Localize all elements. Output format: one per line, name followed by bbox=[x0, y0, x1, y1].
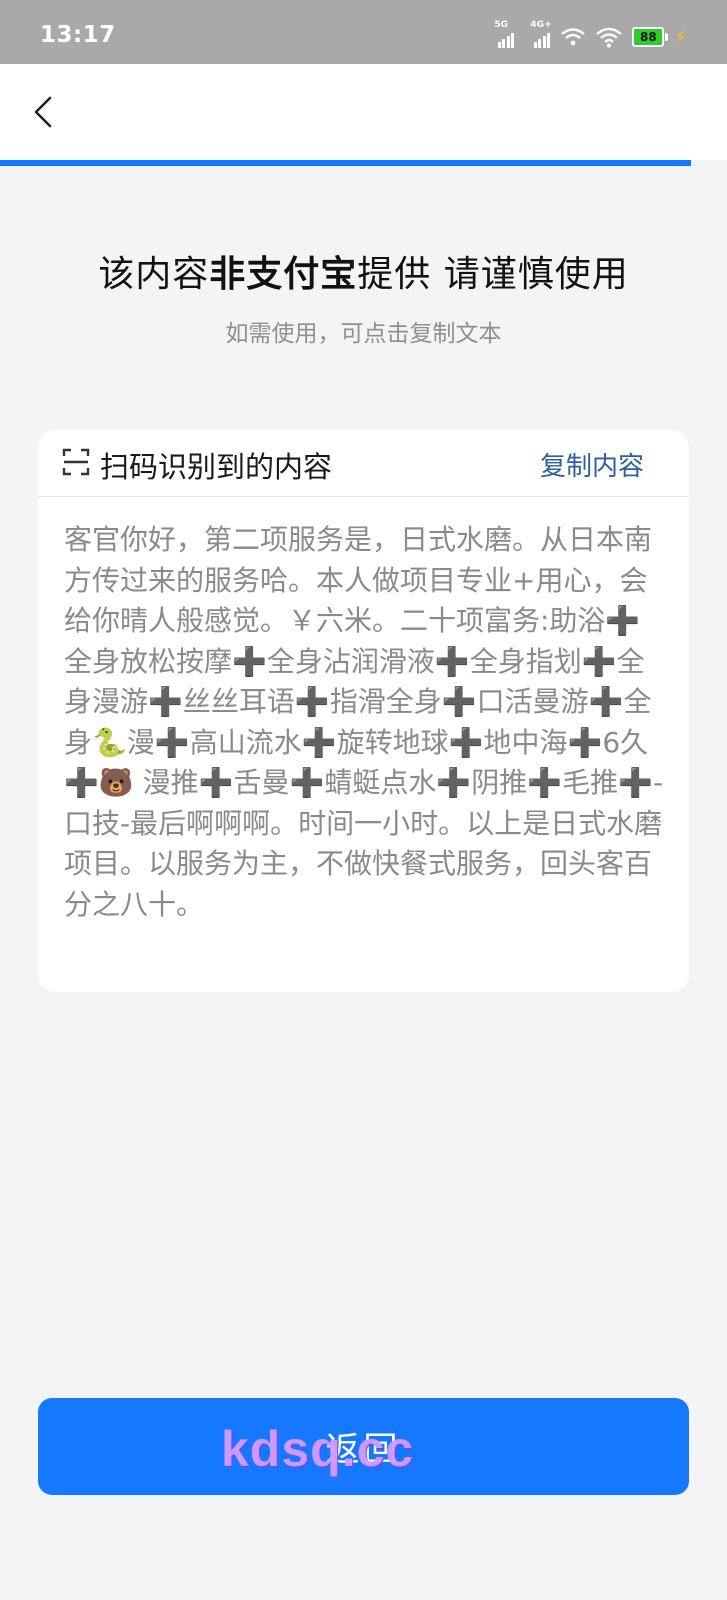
scan-result-title: 扫码识别到的内容 bbox=[100, 450, 333, 484]
charging-icon: ⚡ bbox=[674, 26, 687, 48]
status-bar: 13:17 5G 4G+ 88 ⚡ bbox=[0, 0, 727, 64]
cellular-signal-5g-icon: 5G bbox=[494, 20, 515, 48]
scan-result-card: 扫码识别到的内容 复制内容 客官你好，第二项服务是，日式水磨。从日本南方传过来的… bbox=[38, 430, 689, 992]
watermark: kdsq.cc bbox=[221, 1421, 415, 1477]
nav-bar bbox=[0, 64, 727, 160]
battery-level: 88 bbox=[640, 30, 657, 44]
status-icons: 5G 4G+ 88 ⚡ bbox=[494, 20, 687, 50]
warning-subtitle: 如需使用，可点击复制文本 bbox=[225, 321, 502, 347]
scan-result-header: 扫码识别到的内容 复制内容 bbox=[38, 430, 689, 497]
warning-title-emphasis: 非支付宝 bbox=[209, 254, 358, 295]
scanned-text: 客官你好，第二项服务是，日式水磨。从日本南方传过来的服务哈。本人做项目专业+用心… bbox=[64, 523, 664, 921]
page-load-progress bbox=[0, 160, 727, 166]
cellular-signal-4g-icon: 4G+ bbox=[530, 20, 552, 48]
scan-icon bbox=[62, 448, 90, 476]
page-load-progress-fill bbox=[0, 160, 691, 166]
wifi-plus-icon bbox=[561, 28, 586, 46]
status-time: 13:17 bbox=[40, 22, 116, 48]
signal-5g-label: 5G bbox=[494, 20, 509, 30]
wifi-icon bbox=[596, 27, 623, 48]
back-button[interactable] bbox=[24, 90, 68, 134]
battery-icon: 88 bbox=[632, 27, 669, 47]
warning-title-suffix: 提供 请谨慎使用 bbox=[357, 254, 629, 295]
warning-title-prefix: 该内容 bbox=[98, 254, 210, 295]
copy-content-button[interactable]: 复制内容 bbox=[540, 446, 644, 483]
signal-4g-label: 4G+ bbox=[530, 20, 552, 30]
warning-title: 该内容非支付宝提供 请谨慎使用 bbox=[0, 245, 727, 297]
